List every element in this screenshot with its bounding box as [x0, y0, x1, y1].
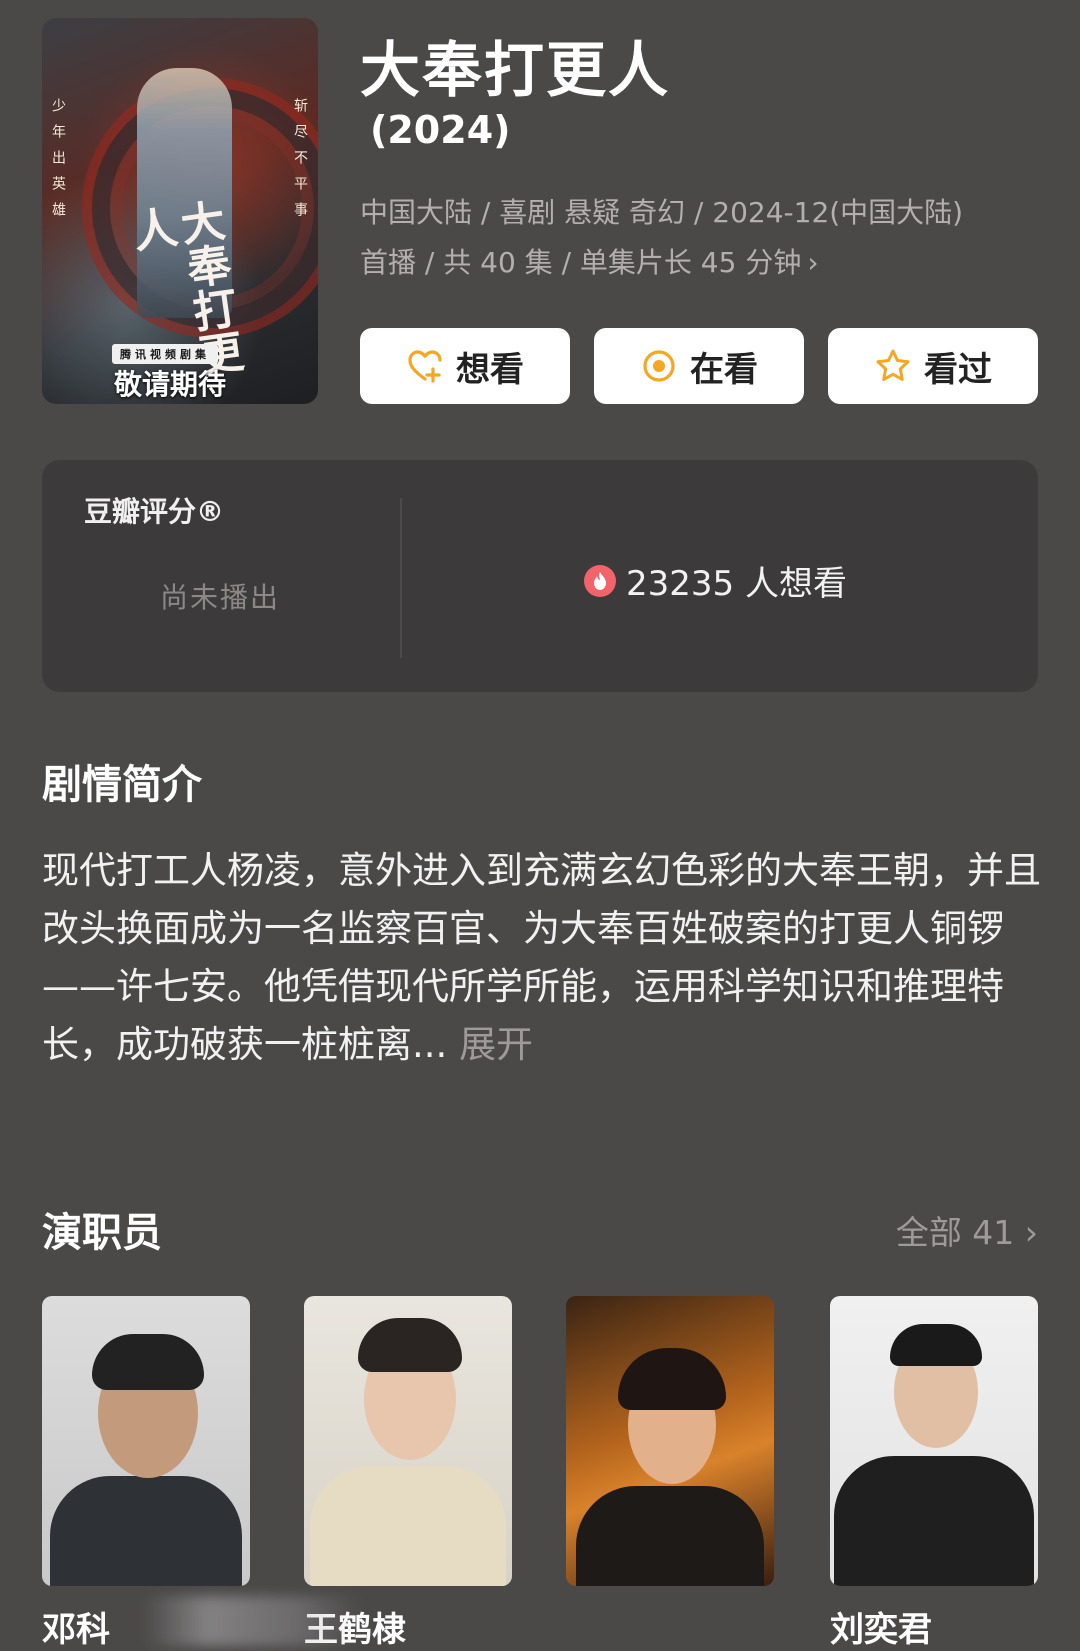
release-year: (2024) [370, 108, 511, 152]
rating-divider [400, 498, 402, 658]
watched-label: 看过 [924, 349, 992, 390]
cast-card[interactable] [566, 1296, 774, 1586]
star-icon [874, 347, 912, 385]
want-to-watch-label: 想看 [456, 349, 524, 390]
cast-photo-hair [890, 1324, 982, 1366]
chevron-right-icon: › [1024, 1213, 1038, 1252]
cast-card[interactable]: 刘奕君 [830, 1296, 1038, 1650]
poster-right-text: 斩尽不平事 [292, 98, 308, 228]
douban-rating-label: 豆瓣评分® [84, 495, 225, 528]
cast-photo-hair [618, 1348, 726, 1410]
fire-icon [584, 564, 616, 597]
want-count: 23235 人想看 [584, 556, 847, 605]
poster-coming-text: 敬请期待 [114, 368, 227, 401]
cast-name: 刘奕君 [830, 1610, 932, 1650]
meta-line-2-text: 首播 / 共 40 集 / 单集片长 45 分钟 [360, 246, 802, 279]
cast-photo-body [50, 1476, 242, 1586]
chevron-right-icon: › [807, 246, 819, 279]
cast-all-label: 全部 41 [895, 1213, 1015, 1252]
cast-photo [566, 1296, 774, 1586]
meta-line-2: 首播 / 共 40 集 / 单集片长 45 分钟 › [360, 238, 1040, 288]
rating-status: 尚未播出 [160, 581, 281, 614]
cast-photo-body [310, 1466, 506, 1586]
cast-photo [830, 1296, 1038, 1586]
cast-photo-body [834, 1456, 1034, 1586]
meta-line-1: 中国大陆 / 喜剧 悬疑 奇幻 / 2024-12(中国大陆) [360, 196, 964, 229]
watching-button[interactable]: 在看 [594, 328, 804, 404]
synopsis-title: 剧情简介 [42, 762, 202, 808]
want-to-watch-button[interactable]: 想看 [360, 328, 570, 404]
cast-photo-hair [358, 1318, 462, 1372]
page-title: 大奉打更人 [360, 36, 670, 106]
cast-card[interactable]: 王鹤棣 [304, 1296, 512, 1650]
watching-label: 在看 [690, 349, 758, 390]
synopsis-text: 现代打工人杨凌，意外进入到充满玄幻色彩的大奉王朝，并且改头换面成为一名监察百官、… [42, 849, 1041, 1066]
poster-image[interactable]: 少年出英雄 斩尽不平事 大奉打更人 腾讯视频剧集 敬请期待 [42, 18, 318, 404]
watched-button[interactable]: 看过 [828, 328, 1038, 404]
blur-overlay [142, 1596, 362, 1646]
cast-list: 邓科 王鹤棣 刘奕君 [42, 1296, 1038, 1651]
movie-detail-page: 少年出英雄 斩尽不平事 大奉打更人 腾讯视频剧集 敬请期待 大奉打更人 (202… [0, 0, 1080, 1651]
cast-title: 演职员 [42, 1210, 162, 1256]
poster-seal: 腾讯视频剧集 [112, 344, 218, 364]
meta-info[interactable]: 中国大陆 / 喜剧 悬疑 奇幻 / 2024-12(中国大陆) 首播 / 共 4… [360, 188, 1040, 288]
cast-all-link[interactable]: 全部 41 › [896, 1206, 1038, 1254]
cast-card[interactable]: 邓科 [42, 1296, 250, 1650]
want-count-text: 23235 人想看 [626, 564, 847, 604]
cast-photo-body [576, 1486, 764, 1586]
cast-photo [42, 1296, 250, 1586]
synopsis-text-block: 现代打工人杨凌，意外进入到充满玄幻色彩的大奉王朝，并且改头换面成为一名监察百官、… [42, 842, 1042, 1074]
rating-card[interactable]: 豆瓣评分® 尚未播出 23235 人想看 [42, 460, 1038, 692]
target-circle-icon [640, 347, 678, 385]
cast-photo [304, 1296, 512, 1586]
expand-link[interactable]: 展开 [459, 1023, 533, 1066]
cast-name: 邓科 [42, 1610, 110, 1650]
poster-left-text: 少年出英雄 [50, 98, 66, 228]
heart-plus-icon [406, 347, 444, 385]
cast-photo-hair [92, 1334, 204, 1390]
